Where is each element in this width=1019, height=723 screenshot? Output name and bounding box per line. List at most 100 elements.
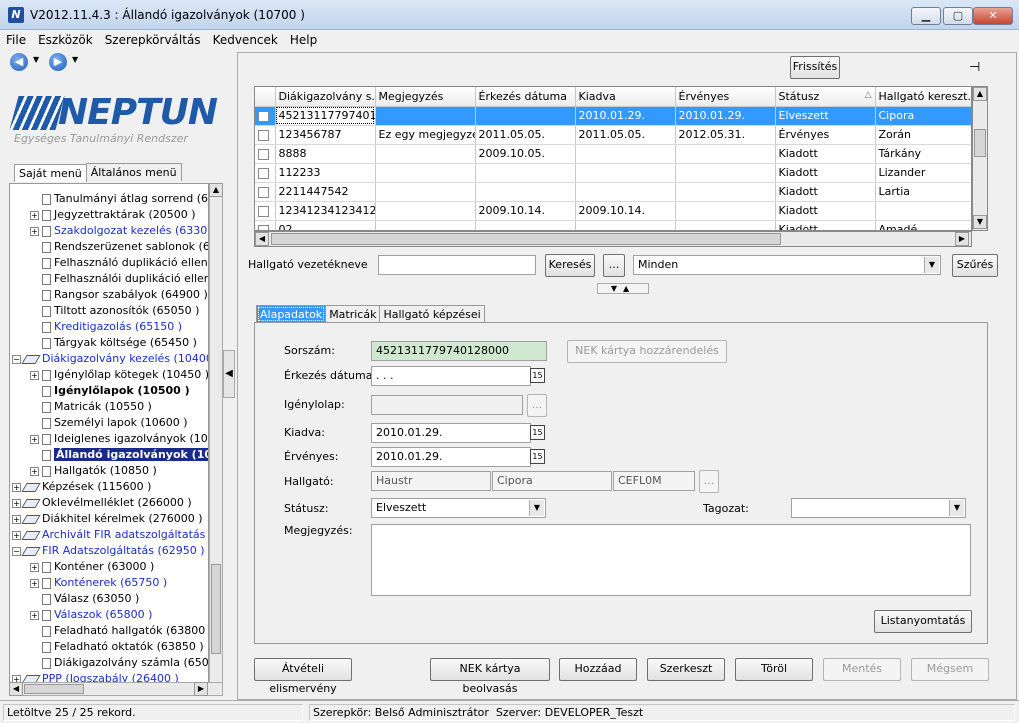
collapse-icon[interactable]: − xyxy=(12,354,21,364)
expand-icon[interactable]: + xyxy=(12,482,21,492)
expand-icon[interactable]: + xyxy=(30,370,39,380)
scroll-up-icon[interactable]: ▲ xyxy=(209,183,223,197)
table-row[interactable]: 02 Kiadott Amadé xyxy=(255,220,971,230)
column-header[interactable]: Kiadva xyxy=(575,87,676,107)
tree-item[interactable]: + Konténerek (65750 ) xyxy=(30,575,167,591)
tree-vertical-scrollbar[interactable]: ▲ xyxy=(209,183,223,685)
table-row[interactable]: 123456787Ez egy megjegyzés i2011.05.05.2… xyxy=(255,125,971,145)
row-checkbox[interactable] xyxy=(258,129,269,141)
minimize-button[interactable]: ▁ xyxy=(911,7,941,25)
expand-icon[interactable]: + xyxy=(30,466,39,476)
expand-icon[interactable]: + xyxy=(30,226,39,236)
tree-item[interactable]: Tárgyak költsége (65450 ) xyxy=(30,335,197,351)
tree-item[interactable]: Tiltott azonosítók (65050 ) xyxy=(30,303,199,319)
igenylolap-ellipsis-button[interactable]: ... xyxy=(527,394,547,417)
tree-item[interactable]: Feladható hallgatók (63800 ) xyxy=(30,623,208,639)
tab-alapadatok[interactable]: Alapadatok xyxy=(256,305,327,323)
tree-item[interactable]: + Szakdolgozat kezelés (63300 xyxy=(30,223,208,239)
search-button[interactable]: Keresés xyxy=(545,254,595,277)
column-header[interactable]: Megjegyzés xyxy=(375,87,476,107)
forward-dropdown-icon[interactable]: ▼ xyxy=(72,55,78,64)
tree-item[interactable]: Matricák (10550 ) xyxy=(30,399,152,415)
tree-item[interactable]: + Oklevélmelléklet (266000 ) xyxy=(12,495,192,511)
back-dropdown-icon[interactable]: ▼ xyxy=(33,55,39,64)
tree-item[interactable]: Rangsor szabályok (64900 ) xyxy=(30,287,208,303)
expand-icon[interactable]: + xyxy=(12,514,21,524)
maximize-button[interactable]: ▢ xyxy=(943,7,973,25)
calendar-icon[interactable]: 15 xyxy=(530,425,545,440)
tree-horizontal-scrollbar[interactable]: ◀ ▶ xyxy=(9,682,223,696)
dropdown-arrow-icon[interactable]: ▼ xyxy=(924,257,939,273)
collapse-left-panel-icon[interactable]: ◀ xyxy=(223,350,235,398)
grid-horizontal-scrollbar[interactable]: ◀ ▶ xyxy=(254,231,972,247)
ervenyes-date-field[interactable]: 2010.01.29. xyxy=(371,447,531,467)
print-list-button[interactable]: Listanyomtatás xyxy=(874,610,972,633)
back-icon[interactable]: ◀ xyxy=(10,53,28,71)
expand-icon[interactable]: + xyxy=(12,498,21,508)
table-row[interactable]: 1234123412341234 2009.10.14.2009.10.14. Ki… xyxy=(255,201,971,221)
atveteli-button[interactable]: Átvételi elismervény xyxy=(254,658,352,695)
collapse-icon[interactable]: − xyxy=(12,546,21,556)
tree-item[interactable]: + Ideiglenes igazolványok (1065 xyxy=(30,431,208,447)
ellipsis-button[interactable]: ... xyxy=(603,254,625,277)
column-header[interactable] xyxy=(255,87,276,107)
tree-item[interactable]: Felhasználói duplikáció ellenő xyxy=(30,271,208,287)
grid-scroll-thumb[interactable] xyxy=(974,129,986,157)
dropdown-arrow-icon[interactable]: ▼ xyxy=(949,500,964,516)
tree-hscroll-thumb[interactable] xyxy=(24,684,84,694)
tab-matricak[interactable]: Matricák xyxy=(325,305,381,323)
menu-kedvencek[interactable]: Kedvencek xyxy=(207,30,284,50)
hallgato-ellipsis-button[interactable]: ... xyxy=(699,470,719,493)
table-row[interactable]: 112233 Kiadott Lizander xyxy=(255,163,971,183)
tree-scroll-thumb[interactable] xyxy=(211,564,221,654)
row-checkbox[interactable] xyxy=(258,167,269,179)
megjegyzes-textarea[interactable] xyxy=(371,524,971,596)
tree-item[interactable]: − FIR Adatszolgáltatás (62950 ) xyxy=(12,543,205,559)
scroll-left-icon[interactable]: ◀ xyxy=(9,682,23,696)
expand-icon[interactable]: + xyxy=(30,578,39,588)
delete-button[interactable]: Töröl xyxy=(735,658,813,681)
tree-item[interactable]: Kreditigazolás (65150 ) xyxy=(30,319,182,335)
menu-szerepkorvaltas[interactable]: Szerepkörváltás xyxy=(99,30,207,50)
grid-scroll-right-icon[interactable]: ▶ xyxy=(955,232,969,246)
tree-item[interactable]: Rendszerüzenet sablonok (64 xyxy=(30,239,208,255)
tree-item[interactable]: + Diákhitel kérelmek (276000 ) xyxy=(12,511,203,527)
tree-item[interactable]: + Archivált FIR adatszolgáltatás (14 xyxy=(12,527,208,543)
pin-icon[interactable]: ⊣ xyxy=(969,60,980,75)
expand-icon[interactable]: + xyxy=(12,530,21,540)
cancel-button[interactable]: Mégsem xyxy=(911,658,989,681)
save-button[interactable]: Mentés xyxy=(823,658,901,681)
filter-button[interactable]: Szűrés xyxy=(952,254,998,277)
tree-item[interactable]: Feladható oktatók (63850 ) xyxy=(30,639,204,655)
edit-button[interactable]: Szerkeszt xyxy=(647,658,725,681)
grid-scroll-down-icon[interactable]: ▼ xyxy=(973,215,987,229)
filter-dropdown[interactable]: Minden ▼ xyxy=(633,255,941,275)
nek-read-button[interactable]: NEK kártya beolvasás xyxy=(430,658,550,695)
tree-item[interactable]: + Válaszok (65800 ) xyxy=(30,607,152,623)
lastname-filter-input[interactable] xyxy=(378,255,536,275)
expand-icon[interactable]: + xyxy=(30,210,39,220)
tagozat-dropdown[interactable]: ▼ xyxy=(791,498,966,518)
column-header[interactable]: Érvényes xyxy=(675,87,776,107)
tree-item[interactable]: Állandó igazolványok (10 xyxy=(30,447,208,463)
grid-scroll-up-icon[interactable]: ▲ xyxy=(973,87,987,101)
calendar-icon[interactable]: 15 xyxy=(530,368,545,383)
grid-vertical-scrollbar[interactable]: ▲ ▼ xyxy=(972,86,988,231)
column-header[interactable]: Státusz △ xyxy=(775,87,876,107)
row-checkbox[interactable] xyxy=(258,110,269,122)
row-checkbox[interactable] xyxy=(258,148,269,160)
forward-icon[interactable]: ▶ xyxy=(49,53,67,71)
column-header[interactable]: Érkezés dátuma xyxy=(475,87,576,107)
menu-file[interactable]: File xyxy=(0,30,32,50)
nek-assign-button[interactable]: NEK kártya hozzárendelés xyxy=(567,340,727,363)
expand-icon[interactable]: + xyxy=(30,562,39,572)
splitter-arrows-icon[interactable]: ▼▲ xyxy=(597,283,649,294)
tree-item[interactable]: Igénylőlapok (10500 ) xyxy=(30,383,190,399)
add-button[interactable]: Hozzáad xyxy=(559,658,637,681)
table-row[interactable]: 8888 2009.10.05. Kiadott Tárkány xyxy=(255,144,971,164)
tab-hallgato-kepzesei[interactable]: Hallgató képzései xyxy=(379,305,485,323)
menu-help[interactable]: Help xyxy=(284,30,323,50)
menu-eszkozok[interactable]: Eszközök xyxy=(32,30,99,50)
tree-item[interactable]: − Diákigazolvány kezelés (10400 ) xyxy=(12,351,208,367)
row-checkbox[interactable] xyxy=(258,205,269,217)
